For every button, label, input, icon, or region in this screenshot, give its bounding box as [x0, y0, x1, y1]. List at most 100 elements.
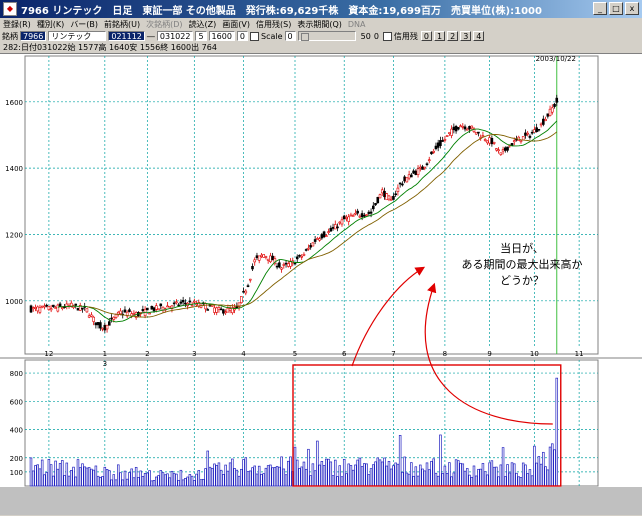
menu-load[interactable]: 読込(Z): [189, 19, 217, 30]
candle-body: [210, 304, 214, 307]
volume-bar: [219, 469, 223, 487]
candle-body: [215, 307, 218, 313]
volume-bar: [392, 465, 395, 487]
volume-bar: [215, 465, 218, 487]
volume-bar: [320, 461, 324, 487]
volume-bar: [389, 468, 393, 487]
candle-body: [504, 147, 507, 151]
margin-label: 信用残: [393, 31, 418, 41]
candle-body: [483, 139, 487, 141]
candle-body: [416, 168, 420, 175]
candle-body: [481, 135, 485, 137]
volume-bar: [466, 468, 469, 487]
volume-bar: [78, 467, 82, 487]
volume-bar: [108, 470, 111, 487]
candle-body: [38, 307, 42, 313]
candle-body: [269, 255, 272, 263]
volume-bar: [304, 468, 308, 487]
candle-body: [61, 307, 64, 309]
margin-checkbox[interactable]: [382, 31, 392, 41]
volume-bar: [240, 468, 243, 487]
year-tick-label: 3: [103, 360, 107, 368]
volume-bar: [208, 466, 212, 487]
volume-bar: [331, 475, 335, 487]
volume-bar: [179, 469, 183, 487]
candle-body: [188, 300, 192, 303]
candle-body: [441, 140, 444, 142]
date-to-field[interactable]: 031022: [156, 31, 194, 41]
volume-bar: [278, 466, 281, 487]
offset-field[interactable]: 0: [236, 31, 248, 41]
name-field[interactable]: リンテック: [48, 31, 107, 41]
volume-bar: [427, 469, 431, 487]
candle-body: [548, 108, 552, 116]
menu-prev-stock[interactable]: 前銘柄(U): [104, 19, 140, 30]
volume-bar: [251, 467, 254, 487]
volume-bar: [499, 464, 503, 487]
page-button-0[interactable]: 0: [420, 31, 432, 41]
code-input[interactable]: 7966: [20, 31, 47, 41]
volume-bar: [383, 457, 386, 487]
candle-body: [407, 174, 411, 179]
candle-body: [340, 219, 344, 225]
price-field[interactable]: 1600: [208, 31, 235, 41]
volume-bar: [457, 460, 460, 487]
candle-body: [499, 152, 503, 155]
volume-bar: [295, 459, 299, 487]
minimize-button[interactable]: _: [593, 2, 607, 15]
menu-bar-style[interactable]: バー(B): [70, 19, 98, 30]
menu-period[interactable]: 表示期間(Q): [297, 19, 342, 30]
volume-bar: [497, 476, 500, 487]
scale-checkbox[interactable]: [250, 31, 259, 41]
page-button-3[interactable]: 3: [460, 31, 472, 41]
menu-screen[interactable]: 画面(V): [222, 19, 250, 30]
menu-register[interactable]: 登録(R): [3, 19, 31, 30]
menu-margin[interactable]: 信用残(S): [256, 19, 291, 30]
scale-field[interactable]: 0: [284, 31, 296, 41]
volume-tick-label: 100: [10, 469, 23, 477]
page-button-4[interactable]: 4: [473, 31, 485, 41]
date-from-field[interactable]: 021112: [108, 31, 145, 41]
volume-bar: [539, 463, 543, 487]
candle-body: [193, 300, 196, 303]
scale-slider[interactable]: [297, 31, 356, 41]
page-button-1[interactable]: 1: [434, 31, 446, 41]
candle-body: [226, 307, 230, 313]
close-button[interactable]: x: [625, 2, 639, 15]
volume-bar: [421, 468, 424, 487]
volume-bar: [253, 465, 256, 487]
page-button-2[interactable]: 2: [447, 31, 459, 41]
candle-body: [157, 308, 160, 311]
volume-bar: [40, 459, 44, 487]
candle-body: [307, 247, 310, 250]
menu-bar: 登録(R) 種別(K) バー(B) 前銘柄(U) 次銘柄(D) 読込(Z) 画面…: [0, 18, 642, 30]
candle-body: [530, 131, 534, 134]
candle-body: [389, 199, 393, 201]
candle-body: [81, 307, 84, 310]
candle-body: [52, 304, 55, 308]
chart-app-icon[interactable]: ◆: [3, 2, 17, 16]
candle-body: [506, 146, 509, 151]
volume-bar: [49, 464, 53, 487]
volume-bar: [177, 480, 180, 487]
candle-body: [519, 140, 523, 143]
volume-bar: [515, 472, 518, 487]
volume-bar: [222, 473, 225, 487]
volume-bar: [407, 473, 411, 487]
candle-body: [555, 97, 559, 103]
candle-body: [36, 306, 40, 312]
period-field[interactable]: 5: [195, 31, 207, 41]
volume-bar: [298, 468, 301, 487]
volume-bar: [358, 457, 362, 487]
volume-bar: [172, 473, 176, 487]
volume-bar: [193, 480, 196, 487]
candle-body: [349, 214, 353, 217]
candle-body: [132, 313, 136, 315]
maximize-button[interactable]: □: [609, 2, 623, 15]
menu-type[interactable]: 種別(K): [37, 19, 65, 30]
candle-body: [347, 216, 350, 222]
candle-body: [452, 126, 456, 131]
volume-bar: [318, 464, 321, 487]
volume-bar: [231, 458, 234, 487]
arrow-from-box: [351, 266, 426, 367]
